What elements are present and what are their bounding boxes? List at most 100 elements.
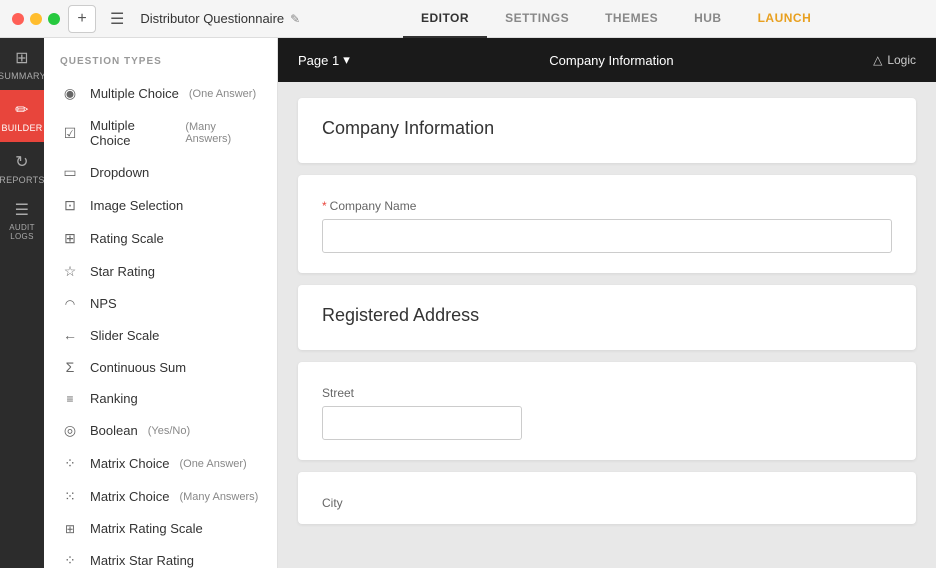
traffic-light-yellow[interactable] [30,13,42,25]
list-item[interactable]: ◠ NPS [44,288,277,319]
image-selection-icon: ⊡ [60,197,80,214]
list-item[interactable]: ⁘ Matrix Choice (One Answer) [44,447,277,480]
list-item[interactable]: ☑ Multiple Choice (Many Answers) [44,110,277,156]
list-item[interactable]: ⊡ Image Selection [44,189,277,222]
app-title-area: Distributor Questionnaire ✎ [140,11,300,26]
reports-label: REPORTS [0,175,45,185]
section-title: Registered Address [322,305,892,326]
company-name-label: *Company Name [322,199,892,213]
list-item[interactable]: ◎ Boolean (Yes/No) [44,414,277,447]
list-item[interactable]: ⊞ Matrix Rating Scale [44,513,277,544]
page-selector[interactable]: Page 1 ▾ [298,52,350,68]
street-input[interactable] [322,406,522,440]
question-label: Slider Scale [90,328,159,343]
street-label: Street [322,386,892,400]
question-label: Ranking [90,391,138,406]
ranking-icon: ≡ [60,392,80,406]
traffic-lights [12,13,60,25]
summary-icon: ⊞ [15,48,29,68]
list-item[interactable]: ⊞ Rating Scale [44,222,277,255]
editor-area: Page 1 ▾ Company Information △ Logic Com… [278,38,936,568]
matrix-rating-scale-icon: ⊞ [60,522,80,536]
company-name-group: *Company Name [322,199,892,253]
nps-icon: ◠ [60,297,80,311]
sidebar-item-summary[interactable]: ⊞ SUMMARY [0,38,44,90]
tab-settings[interactable]: SETTINGS [487,0,587,38]
list-item[interactable]: ⁘ Matrix Star Rating [44,544,277,568]
list-item[interactable]: ▭ Dropdown [44,156,277,189]
street-group: Street [322,386,892,440]
main-layout: ⊞ SUMMARY ✏ BUILDER ↻ REPORTS ☰ AUDIT LO… [0,38,936,568]
add-button[interactable]: + [68,5,96,33]
company-name-card: *Company Name [298,175,916,273]
section-company-info: Company Information [298,98,916,163]
rating-scale-icon: ⊞ [60,230,80,247]
question-label: Image Selection [90,198,183,213]
question-sub: (One Answer) [179,458,246,470]
question-label: Matrix Star Rating [90,553,194,568]
page-bar: Page 1 ▾ Company Information △ Logic [278,38,936,82]
list-item[interactable]: ☆ Star Rating [44,255,277,288]
list-item[interactable]: ⁙ Matrix Choice (Many Answers) [44,480,277,513]
street-card: Street [298,362,916,460]
multiple-choice-one-icon: ◉ [60,85,80,102]
city-label: City [322,496,892,510]
question-types-panel: QUESTION TYPES ◉ Multiple Choice (One An… [44,38,278,568]
list-item[interactable]: Σ Continuous Sum [44,351,277,383]
question-sub: (Yes/No) [148,425,190,437]
tab-hub[interactable]: HUB [676,0,740,38]
reports-icon: ↻ [15,152,29,172]
question-label: Rating Scale [90,231,164,246]
matrix-choice-one-icon: ⁘ [60,455,80,472]
content-area: Company Information *Company Name Regist… [278,82,936,540]
page-title: Company Information [549,53,673,68]
titlebar: + ☰ Distributor Questionnaire ✎ EDITOR S… [0,0,936,38]
question-label: Dropdown [90,165,149,180]
logic-label: Logic [887,53,916,67]
multiple-choice-many-icon: ☑ [60,125,80,142]
sidebar-item-audit-logs[interactable]: ☰ AUDIT LOGS [0,194,44,246]
tab-editor[interactable]: EDITOR [403,0,487,38]
question-sub: (One Answer) [189,88,256,100]
dropdown-icon: ▭ [60,164,80,181]
traffic-light-red[interactable] [12,13,24,25]
list-item[interactable]: ≡ Ranking [44,383,277,414]
builder-label: BUILDER [1,123,42,133]
section-registered-address: Registered Address [298,285,916,350]
question-label: Boolean [90,423,138,438]
question-label: Continuous Sum [90,360,186,375]
list-item[interactable]: ← Slider Scale [44,319,277,351]
builder-icon: ✏ [15,100,29,120]
boolean-icon: ◎ [60,422,80,439]
company-name-input[interactable] [322,219,892,253]
list-item[interactable]: ◉ Multiple Choice (One Answer) [44,77,277,110]
sidebar-item-reports[interactable]: ↻ REPORTS [0,142,44,194]
hamburger-icon[interactable]: ☰ [110,9,124,29]
slider-scale-icon: ← [60,327,80,343]
logic-icon: △ [873,53,882,67]
traffic-light-green[interactable] [48,13,60,25]
matrix-choice-many-icon: ⁙ [60,488,80,505]
sidebar-item-builder[interactable]: ✏ BUILDER [0,90,44,142]
audit-label: AUDIT LOGS [0,223,44,241]
page-selector-label: Page 1 [298,53,339,68]
question-sub: (Many Answers) [185,121,261,145]
edit-title-icon[interactable]: ✎ [290,12,300,26]
logic-button[interactable]: △ Logic [873,53,916,67]
question-label: Star Rating [90,264,155,279]
question-label: Matrix Rating Scale [90,521,203,536]
star-rating-icon: ☆ [60,263,80,280]
audit-icon: ☰ [15,200,30,220]
question-label: Matrix Choice [90,489,169,504]
city-card: City [298,472,916,524]
nav-tabs: EDITOR SETTINGS THEMES HUB LAUNCH [403,0,829,38]
question-label: Multiple Choice [90,118,175,148]
tab-launch[interactable]: LAUNCH [740,0,830,38]
question-label: Matrix Choice [90,456,169,471]
panel-section-title: QUESTION TYPES [44,50,277,77]
question-label: NPS [90,296,117,311]
chevron-down-icon: ▾ [343,52,350,68]
tab-themes[interactable]: THEMES [587,0,676,38]
summary-label: SUMMARY [0,71,46,81]
continuous-sum-icon: Σ [60,359,80,375]
